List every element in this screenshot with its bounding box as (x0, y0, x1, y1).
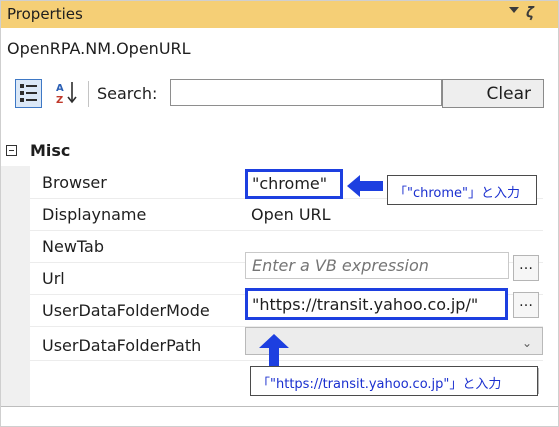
category-name: Misc (30, 141, 71, 160)
properties-panel: Properties 𝜻 OpenRPA.NM.OpenURL A Z Sear… (0, 0, 559, 427)
svg-text:Z: Z (56, 95, 63, 106)
chevron-down-icon: ⌄ (521, 336, 532, 350)
grid-gutter (1, 166, 30, 406)
grid-bottom-border (1, 406, 558, 407)
displayname-value[interactable]: Open URL (251, 205, 331, 224)
panel-title-bar: Properties 𝜻 (1, 1, 558, 28)
categorized-view-button[interactable] (15, 79, 42, 108)
search-label: Search: (97, 84, 158, 103)
property-name: Browser (42, 173, 107, 192)
browser-highlight-box (245, 169, 343, 199)
toolbar-separator (88, 81, 89, 107)
up-arrow-icon (259, 334, 289, 368)
property-name: NewTab (42, 237, 104, 256)
search-input[interactable] (170, 79, 442, 106)
alphabetical-sort-button[interactable]: A Z (53, 79, 79, 107)
url-ellipsis-button[interactable]: … (513, 292, 539, 318)
left-arrow-icon (347, 175, 383, 197)
newtab-expression-input[interactable] (245, 252, 509, 279)
selected-object-name: OpenRPA.NM.OpenURL (7, 39, 191, 58)
panel-title: Properties (7, 5, 83, 23)
collapse-icon[interactable] (6, 145, 17, 156)
browser-input-callout: 「"chrome"」と入力 (387, 175, 537, 205)
dropdown-arrow-icon[interactable] (509, 7, 519, 13)
clear-button[interactable]: Clear (442, 79, 544, 108)
property-name: Url (42, 269, 65, 288)
property-name: UserDataFolderMode (42, 301, 210, 320)
userdatafoldermode-dropdown[interactable]: ⌄ (245, 327, 543, 355)
svg-text:A: A (56, 83, 64, 94)
pin-icon[interactable]: 𝜻 (526, 3, 534, 21)
property-name: UserDataFolderPath (42, 336, 202, 355)
property-name: Displayname (42, 205, 147, 224)
sort-alphabetical-icon: A Z (56, 82, 77, 106)
url-highlight-box (245, 288, 508, 320)
newtab-ellipsis-button[interactable]: … (513, 255, 539, 281)
url-input-callout: 「"https://transit.yahoo.co.jp"」と入力 (250, 366, 538, 396)
